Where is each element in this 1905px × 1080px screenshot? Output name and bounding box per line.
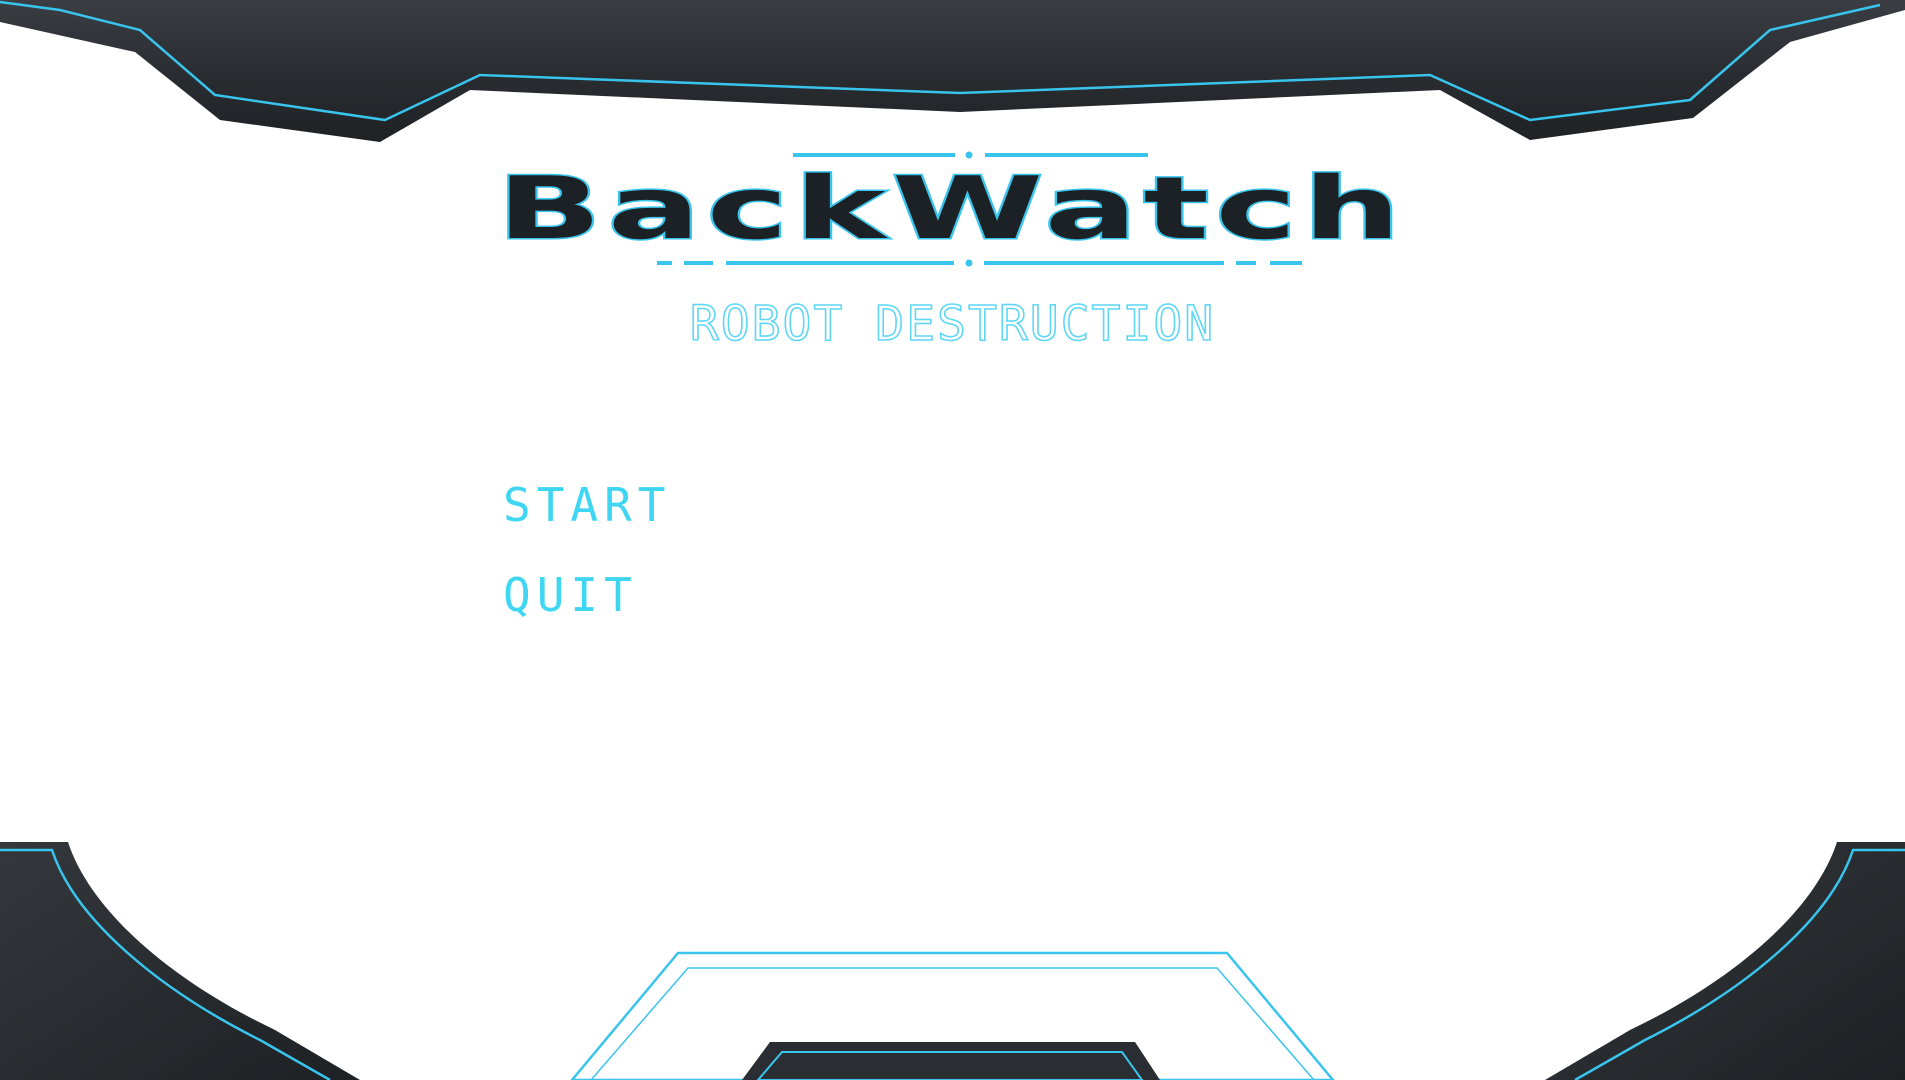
game-logo: BackWatch: [496, 151, 1407, 267]
main-menu-screen: BackWatch ROBOT DESTRUCTION START QUIT: [0, 0, 1905, 1080]
logo-bottom-rule: [657, 259, 1302, 267]
quit-button[interactable]: QUIT: [503, 570, 671, 620]
game-subtitle: ROBOT DESTRUCTION: [689, 295, 1216, 353]
main-menu: START QUIT: [503, 480, 671, 620]
game-title: BackWatch: [497, 159, 1407, 259]
logo-top-rule: [793, 151, 1148, 159]
start-button[interactable]: START: [503, 480, 671, 530]
